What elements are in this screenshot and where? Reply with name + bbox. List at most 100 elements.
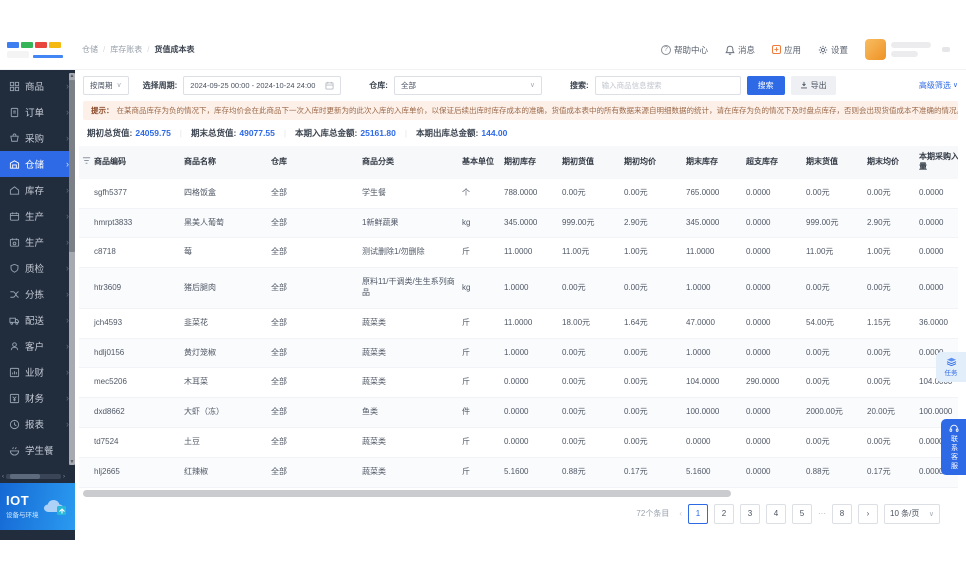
sidebar-item-label: 仓储 [25,160,45,171]
table-cell: 蔬菜类 [362,457,462,488]
table-cell: 鱼类 [362,397,462,428]
table-cell: 100.0000 [686,397,746,428]
sidebar-item-仓储[interactable]: 仓储 › [0,151,75,177]
period-label: 选择周期: [142,80,178,90]
settings-button[interactable]: 设置 [818,44,848,56]
sidebar-item-学生餐[interactable]: 学生餐 [0,437,75,463]
sidebar-item-配送[interactable]: 配送 › [0,307,75,333]
export-button[interactable]: 导出 [790,75,836,95]
table-cell: 1.00元 [624,237,686,269]
chevron-down-icon: ∨ [952,82,958,89]
table-cell: 20.00元 [867,397,919,428]
table-row[interactable]: htr3609 猪后腿肉 全部 原料11/干调类/生生系列商品 kg 1.0000 0.00… [79,267,958,309]
table-cell: 0.00元 [806,367,867,399]
table-cell: 0.00元 [867,367,919,399]
row-spacer-cell [79,237,94,269]
sidebar-item-商品[interactable]: 商品 › [0,73,75,99]
page-button-1[interactable]: 1 [688,503,708,524]
table-cell: 0.0000 [746,308,806,339]
logo-blocks-icon [7,41,70,48]
sidebar-item-label: 生产 [25,238,45,249]
table-row[interactable]: sgfh5377 四格饭盒 全部 学生餐个 788.0000 0.00元 0.00元 765.… [79,178,958,209]
table-cell: 0.00元 [624,367,686,399]
table-cell: 全部 [271,457,362,488]
table-cell: 木耳菜 [184,367,271,399]
user-menu[interactable] [865,39,950,60]
column-header: 商品编码 [94,146,184,179]
prev-page-button[interactable]: ‹ [679,509,682,518]
table-cell: 345.0000 [686,208,746,239]
iot-cloud-icon [44,499,66,515]
stat-divider: | [404,128,408,138]
table-cell: 全部 [271,178,362,209]
sidebar-item-采购[interactable]: 采购 › [0,125,75,151]
scrollbar-thumb[interactable] [83,489,731,497]
warehouse-icon [9,159,20,169]
export-label: 导出 [810,80,827,90]
table-row[interactable]: jch4593 韭菜花 全部 蔬菜类斤 11.0000 18.00元 1.64元 47.000… [79,308,958,339]
table-cell: 四格饭盒 [184,178,271,209]
avatar [865,39,886,60]
table-horizontal-scrollbar[interactable] [79,489,958,497]
iot-banner[interactable]: IOT 设备与环境 [0,483,75,530]
table-row[interactable]: hmrpt3833 黑美人葡萄 全部 1新鲜蔬果 kg 345.0000 999.00元 2.… [79,208,958,239]
page-ellipsis[interactable]: ··· [818,509,826,518]
page-button-3[interactable]: 3 [740,503,760,524]
search-button[interactable]: 搜索 [746,75,785,95]
sidebar-item-客户[interactable]: 客户 › [0,333,75,359]
table-row[interactable]: c8718 莓全部 测试删除1/勿删除斤 11.0000 11.00元 1.00元 11.0… [79,237,958,269]
period-mode-select[interactable]: 按周期 ∨ [83,75,129,95]
sidebar-item-业财[interactable]: 业财 › [0,359,75,385]
tasks-widget[interactable]: 任务 [936,352,966,382]
page-button-8[interactable]: 8 [832,503,852,524]
table-row[interactable]: td7524 土豆 全部 蔬菜类斤 0.0000 0.00元 0.00元 0.0000 0.00… [79,427,958,458]
student-meal-icon [9,446,20,456]
next-page-button[interactable]: › [858,503,878,524]
sidebar-item-生产[interactable]: 生产 › [0,229,75,255]
page-button-4[interactable]: 4 [766,503,786,524]
table-row[interactable]: hdlj0156 黄灯笼椒 全部 蔬菜类斤 1.0000 0.00元 0.00元 1.0000… [79,338,958,369]
apps-button[interactable]: + 应用 [771,44,801,56]
table-row[interactable]: mec5206 木耳菜 全部 蔬菜类斤 0.0000 0.00元 0.00元 104.0000… [79,367,958,399]
app-logo[interactable] [0,30,70,70]
sidebar-item-报表[interactable]: 报表 › [0,411,75,437]
sidebar-item-label: 业财 [25,368,45,379]
sidebar-item-质检[interactable]: 质检 › [0,255,75,281]
sidebar-item-生产[interactable]: 生产 › [0,203,75,229]
sidebar-item-label: 配送 [25,316,45,327]
column-header: 仓库 [271,146,362,179]
advanced-filter-toggle[interactable]: 高级筛选 ∨ [919,80,958,91]
page-button-5[interactable]: 5 [792,503,812,524]
topbar: 仓储 / 库存账表 / 货值成本表 ? 帮助中心 消息 + 应用 设置 [0,30,966,70]
help-center-button[interactable]: ? 帮助中心 [660,44,708,56]
table-cell: 全部 [271,237,362,269]
date-range-input[interactable]: 2024-09-25 00:00 - 2024-10-24 24:00 [183,75,342,95]
table-cell: 蔬菜类 [362,308,462,339]
table-cell: 0.0000 [746,457,806,488]
sidebar-item-分拣[interactable]: 分拣 › [0,281,75,307]
contact-support-widget[interactable]: 联系客服 [941,419,966,475]
sidebar-item-订单[interactable]: 订单 › [0,99,75,125]
page-size-select[interactable]: 10 条/页 ∨ [884,503,940,524]
search-input[interactable] [594,75,741,95]
messages-button[interactable]: 消息 [725,44,755,56]
table-cell: c8718 [94,237,184,269]
sidebar-item-财务[interactable]: 财务 › [0,385,75,411]
table-row[interactable]: hlj2665 红辣椒 全部 蔬菜类斤 5.1600 0.88元 0.17元 5.1600 0.… [79,457,958,488]
warehouse-select[interactable]: 全部 ∨ [393,75,542,95]
sidebar-item-label: 生产 [25,212,45,223]
table-cell: 个 [462,178,504,209]
page-button-2[interactable]: 2 [714,503,734,524]
breadcrumb-item[interactable]: 库存账表 [110,44,142,55]
row-spacer-cell [79,208,94,239]
column-header: 商品分类 [362,146,462,179]
pagination-total: 72个条目 [636,509,670,519]
sidebar-item-库存[interactable]: 库存 › [0,177,75,203]
breadcrumb-item[interactable]: 仓储 [82,44,98,55]
row-spacer-cell [79,397,94,428]
table-cell: hmrpt3833 [94,208,184,239]
column-filter-cell[interactable] [79,146,94,179]
sidebar-horizontal-scrollbar[interactable]: ‹ › [2,473,65,480]
table-row[interactable]: dxd8662 大虾（冻） 全部 鱼类件 0.0000 0.00元 0.00元 100.000… [79,397,958,428]
table-cell: 1.15元 [867,308,919,339]
